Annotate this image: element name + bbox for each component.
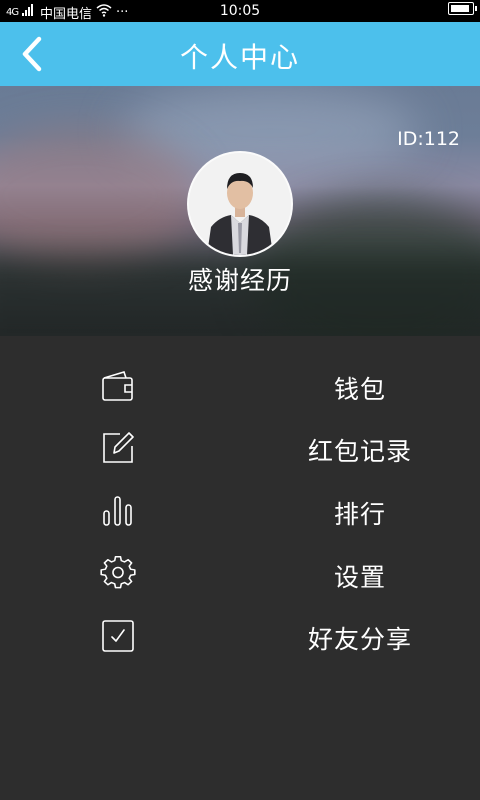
edit-icon [103, 432, 134, 463]
menu-item-label: 设置 [333, 563, 386, 592]
menu-item-label: 钱包 [333, 375, 386, 404]
profile-header: ID:112 感谢经历 [0, 86, 480, 336]
menu-item-label: 好友分享 [307, 625, 412, 654]
status-bar: 4G 中国电信 ··· 10:05 [0, 0, 480, 22]
menu-item-share-friends[interactable]: 好友分享 [0, 606, 480, 666]
avatar-photo [189, 153, 291, 255]
wallet-icon [102, 371, 133, 401]
menu-item-label: 红包记录 [307, 437, 412, 466]
title-bar: 个人中心 [0, 22, 480, 86]
page-title: 个人中心 [179, 41, 300, 74]
user-id: ID:112 [397, 128, 460, 150]
menu-item-wallet[interactable]: 钱包 [0, 356, 480, 416]
menu-item-redpacket-records[interactable]: 红包记录 [0, 418, 480, 478]
battery-icon [448, 2, 477, 15]
checkbox-icon [102, 620, 134, 652]
menu-item-ranking[interactable]: 排行 [0, 481, 480, 541]
menu-item-settings[interactable]: 设置 [0, 544, 480, 604]
gear-icon [100, 556, 136, 589]
username: 感谢经历 [187, 266, 292, 295]
menu-item-label: 排行 [333, 500, 386, 529]
bar-chart-icon [103, 496, 132, 526]
status-time: 10:05 [219, 3, 261, 19]
menu-list: 钱包 红包记录 排行 设置 好友分享 [0, 336, 480, 800]
avatar[interactable] [187, 151, 293, 257]
